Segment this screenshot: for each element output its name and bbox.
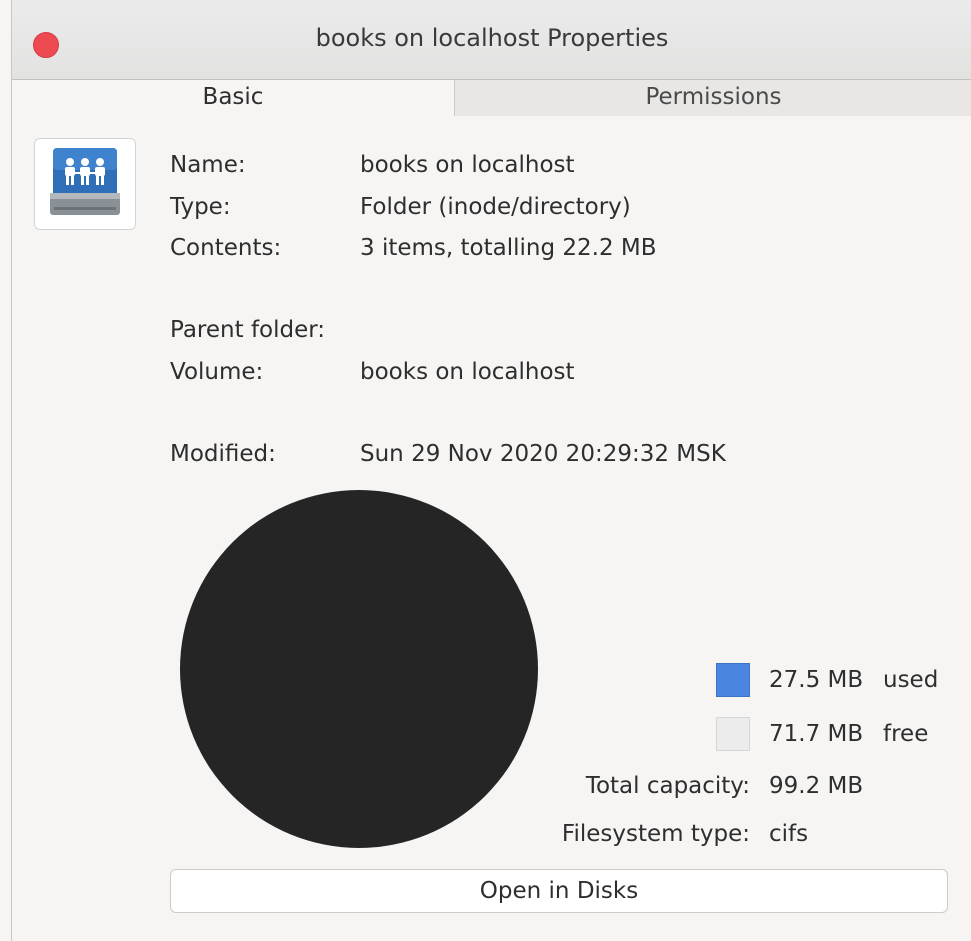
filesystem-type-label: Filesystem type: (561, 821, 750, 847)
contents-label: Contents: (170, 235, 282, 261)
properties-window: books on localhost Properties Basic Perm… (11, 0, 971, 941)
used-color-swatch (716, 663, 750, 697)
volume-value: books on localhost (360, 359, 575, 385)
parent-folder-label: Parent folder: (170, 317, 326, 343)
network-share-drive-icon (50, 148, 120, 215)
modified-label: Modified: (170, 441, 276, 467)
free-color-swatch (716, 717, 750, 751)
type-value: Folder (inode/directory) (360, 194, 631, 220)
type-label: Type: (170, 194, 231, 220)
filesystem-type-value: cifs (769, 821, 809, 847)
free-label: free (883, 721, 929, 747)
used-amount: 27.5 MB (769, 667, 864, 693)
name-value[interactable]: books on localhost (360, 150, 575, 180)
folder-icon-frame[interactable] (34, 138, 136, 230)
total-capacity-label: Total capacity: (585, 773, 750, 799)
open-in-disks-button[interactable]: Open in Disks (170, 869, 948, 913)
tab-basic[interactable]: Basic (12, 80, 455, 116)
contents-value: 3 items, totalling 22.2 MB (360, 235, 657, 261)
total-capacity-value: 99.2 MB (769, 773, 864, 799)
usage-pie-chart (180, 490, 538, 848)
name-label: Name: (170, 152, 246, 178)
free-amount: 71.7 MB (769, 721, 864, 747)
pie-slice (180, 490, 538, 848)
title-bar[interactable]: books on localhost Properties (12, 0, 971, 80)
tab-permissions[interactable]: Permissions (455, 80, 971, 116)
volume-label: Volume: (170, 359, 264, 385)
used-label: used (883, 667, 939, 693)
modified-value: Sun 29 Nov 2020 20:29:32 MSK (360, 441, 726, 467)
window-title: books on localhost Properties (315, 24, 669, 52)
tab-bar: Basic Permissions (12, 80, 971, 116)
